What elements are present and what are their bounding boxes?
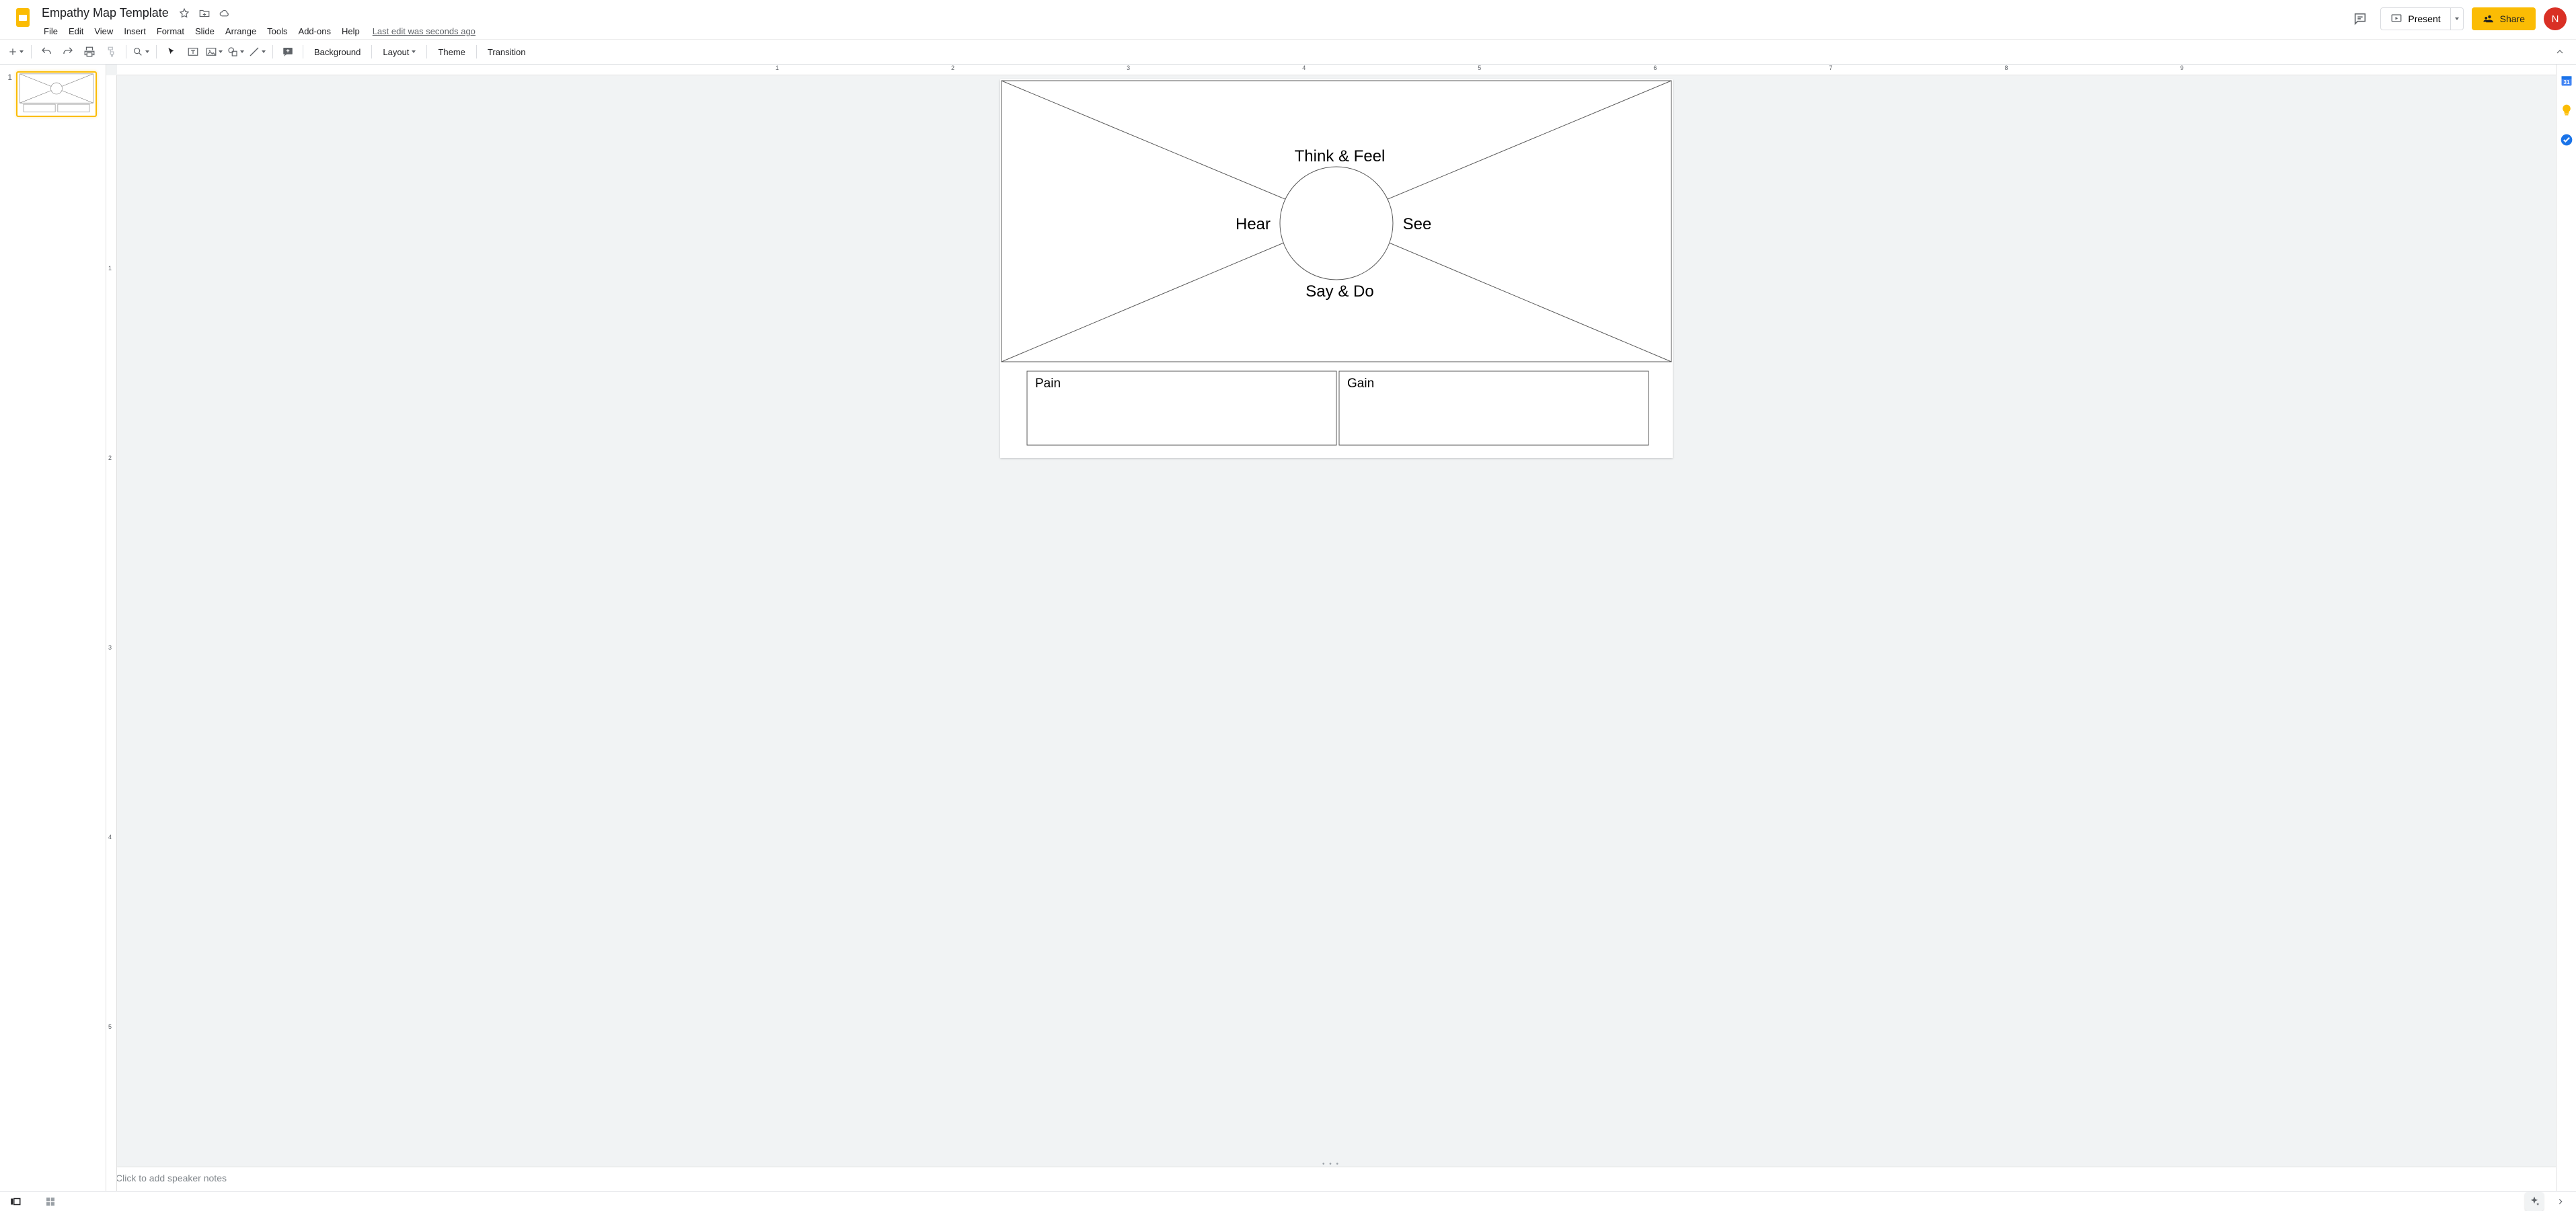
menu-help[interactable]: Help [337,24,365,39]
filmstrip[interactable]: 1 [0,65,106,1191]
label-pain[interactable]: Pain [1035,377,1061,391]
print-button[interactable] [80,43,99,61]
transition-button[interactable]: Transition [482,44,531,60]
menu-addons[interactable]: Add-ons [294,24,336,39]
move-icon[interactable] [198,7,211,19]
menu-view[interactable]: View [89,24,118,39]
background-button[interactable]: Background [309,44,366,60]
account-avatar[interactable]: N [2544,7,2567,30]
textbox-tool[interactable] [184,43,202,61]
menu-format[interactable]: Format [152,24,189,39]
label-gain[interactable]: Gain [1347,377,1374,391]
document-title[interactable]: Empathy Map Template [39,5,172,21]
keep-icon[interactable] [2560,104,2573,117]
slides-logo[interactable] [9,4,36,31]
undo-button[interactable] [37,43,56,61]
label-hear[interactable]: Hear [1236,215,1271,233]
theme-button[interactable]: Theme [432,44,470,60]
notes-splitter[interactable]: • • • [106,1161,2556,1167]
present-dropdown[interactable] [2451,7,2464,30]
share-button[interactable]: Share [2472,7,2536,30]
cloud-status-icon[interactable] [219,7,231,19]
explore-button[interactable] [2525,1192,2544,1211]
menu-file[interactable]: File [39,24,63,39]
show-side-panel-button[interactable] [2553,1194,2568,1209]
filmstrip-view-button[interactable] [8,1194,23,1209]
tasks-icon[interactable] [2560,133,2573,147]
present-button[interactable]: Present [2380,7,2450,30]
new-slide-button[interactable] [7,43,26,61]
notes-placeholder: Click to add speaker notes [116,1173,227,1183]
share-label: Share [2500,13,2525,24]
label-say-do[interactable]: Say & Do [1305,282,1373,301]
ruler-horizontal: 1 2 3 4 5 6 7 8 9 [117,65,2556,75]
present-label: Present [2408,13,2440,24]
menu-insert[interactable]: Insert [119,24,151,39]
speaker-notes[interactable]: Click to add speaker notes [106,1167,2556,1191]
side-panel-rail: 31 [2556,65,2576,1191]
line-tool[interactable] [248,43,267,61]
menu-edit[interactable]: Edit [64,24,88,39]
svg-text:31: 31 [2563,79,2570,85]
zoom-button[interactable] [132,43,151,61]
select-tool[interactable] [162,43,181,61]
slide-canvas[interactable]: Think & Feel Hear See Say & Do Pain Gain [1000,79,1673,458]
label-think-feel[interactable]: Think & Feel [1295,147,1386,165]
menubar: File Edit View Insert Format Slide Arran… [39,21,2348,39]
paint-format-button[interactable] [102,43,120,61]
open-comments-button[interactable] [2348,7,2372,31]
last-edit-link[interactable]: Last edit was seconds ago [373,26,476,36]
calendar-icon[interactable]: 31 [2560,74,2573,87]
layout-button[interactable]: Layout [377,44,421,60]
image-tool[interactable] [205,43,224,61]
menu-tools[interactable]: Tools [262,24,292,39]
menu-slide[interactable]: Slide [190,24,219,39]
menu-arrange[interactable]: Arrange [221,24,261,39]
slide-number: 1 [5,71,12,117]
label-see[interactable]: See [1403,215,1432,233]
grid-view-button[interactable] [43,1194,58,1209]
bottom-bar [0,1191,2576,1211]
star-icon[interactable] [178,7,190,19]
redo-button[interactable] [59,43,77,61]
shape-tool[interactable] [227,43,245,61]
ruler-vertical: 1 2 3 4 5 [106,75,117,1191]
hide-menus-button[interactable] [2550,43,2569,61]
toolbar: Background Layout Theme Transition [0,39,2576,65]
comment-tool[interactable] [278,43,297,61]
slide-thumbnail-1[interactable] [16,71,97,117]
